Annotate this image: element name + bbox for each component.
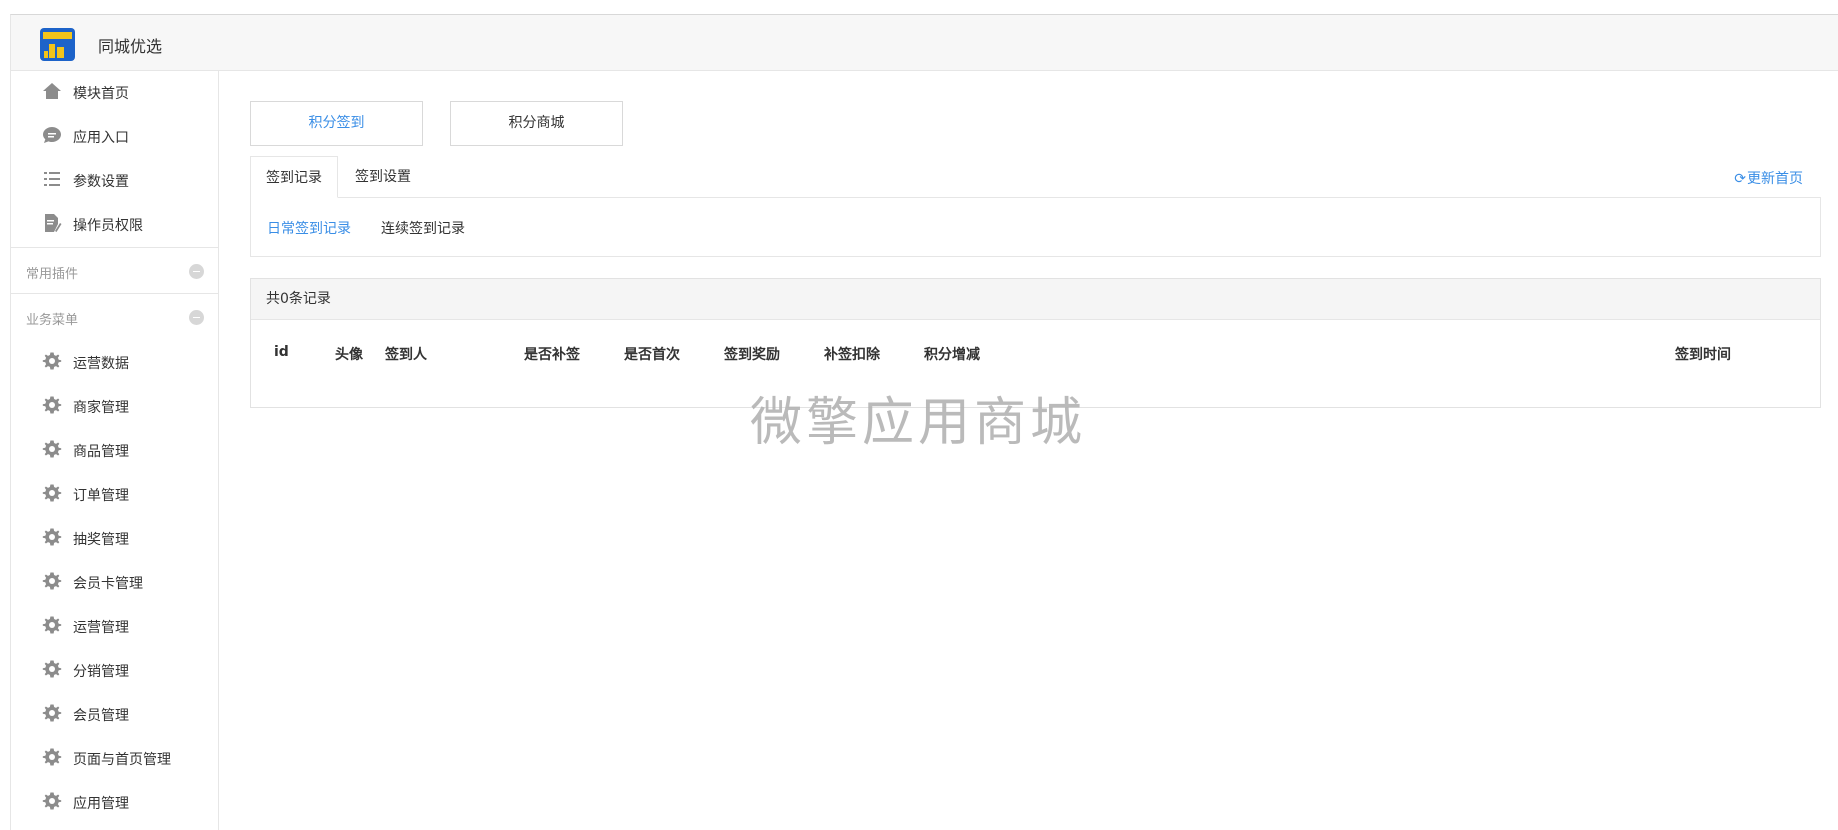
tab-signin-settings[interactable]: 签到设置: [340, 156, 426, 198]
refresh-icon: ⟳: [1734, 171, 1746, 187]
sidebar-item-menu[interactable]: 运营数据: [11, 341, 218, 381]
sidebar-item-label: 分销管理: [73, 664, 129, 680]
watermark: 微擎应用商城: [750, 393, 1087, 453]
sidebar-item-menu[interactable]: 抽奖管理: [11, 517, 218, 557]
sidebar-item-menu[interactable]: 运营管理: [11, 605, 218, 645]
column-header-signin-time: 签到时间: [1675, 347, 1731, 363]
gear-icon: [42, 572, 62, 590]
section-label: 业务菜单: [26, 313, 79, 328]
points-mall-button[interactable]: 积分商城: [450, 101, 623, 146]
sidebar-item-label: 运营管理: [73, 620, 129, 636]
sidebar-item-label: 商品管理: [73, 444, 129, 460]
app-logo[interactable]: [40, 28, 75, 61]
document-edit-icon: [45, 214, 62, 232]
gear-icon: [42, 660, 62, 678]
column-header-is-first: 是否首次: [624, 347, 680, 363]
refresh-label: 更新首页: [1747, 171, 1803, 187]
sidebar-item-label: 运营数据: [73, 356, 129, 372]
collapse-icon[interactable]: [189, 310, 204, 325]
sidebar-item-params[interactable]: 参数设置: [11, 159, 218, 199]
gear-icon: [42, 528, 62, 546]
sidebar-section-business-menu[interactable]: 业务菜单: [11, 293, 218, 341]
sidebar-item-menu[interactable]: 应用管理: [11, 781, 218, 821]
column-header-id: id: [274, 344, 289, 360]
gear-icon: [42, 792, 62, 810]
record-count: 共0条记录: [251, 279, 1820, 320]
sidebar-item-operator-permission[interactable]: 操作员权限: [11, 203, 218, 243]
sidebar-item-label: 页面与首页管理: [73, 752, 171, 768]
column-header-avatar: 头像: [335, 347, 363, 363]
top-bar: 同城优选: [10, 14, 1838, 71]
app-title[interactable]: 同城优选: [98, 33, 162, 57]
sidebar-item-label: 操作员权限: [73, 218, 143, 234]
sidebar-item-label: 参数设置: [73, 174, 129, 190]
section-label: 常用插件: [26, 267, 79, 282]
continuous-signin-records-link[interactable]: 连续签到记录: [381, 218, 465, 238]
gear-icon: [42, 396, 62, 414]
gear-icon: [42, 440, 62, 458]
sidebar-item-label: 应用入口: [73, 130, 129, 146]
sidebar-item-menu[interactable]: 页面与首页管理: [11, 737, 218, 777]
points-signin-button[interactable]: 积分签到: [250, 101, 423, 146]
chat-icon: [43, 127, 61, 143]
sub-tabs-box: 日常签到记录 连续签到记录: [250, 197, 1821, 257]
column-header-reward: 签到奖励: [724, 347, 780, 363]
sidebar-item-label: 会员卡管理: [73, 576, 143, 592]
column-header-signer: 签到人: [385, 347, 427, 363]
gear-icon: [42, 352, 62, 370]
column-header-points-change: 积分增减: [924, 347, 980, 363]
sidebar-item-label: 抽奖管理: [73, 532, 129, 548]
sidebar-item-label: 商家管理: [73, 400, 129, 416]
sidebar-item-label: 模块首页: [73, 86, 129, 102]
sidebar-item-menu[interactable]: 订单管理: [11, 473, 218, 513]
list-settings-icon: [44, 172, 60, 186]
refresh-home-link[interactable]: ⟳更新首页: [1734, 168, 1803, 188]
gear-icon: [42, 704, 62, 722]
home-icon: [43, 83, 61, 99]
column-header-is-makeup: 是否补签: [524, 347, 580, 363]
gear-icon: [42, 748, 62, 766]
sidebar-item-menu[interactable]: 分销管理: [11, 649, 218, 689]
sidebar-item-label: 应用管理: [73, 796, 129, 812]
sidebar-item-menu[interactable]: 商品管理: [11, 429, 218, 469]
sidebar-item-menu[interactable]: 会员管理: [11, 693, 218, 733]
sidebar-item-app-entry[interactable]: 应用入口: [11, 115, 218, 155]
sidebar-item-label: 会员管理: [73, 708, 129, 724]
sidebar-item-label: 订单管理: [73, 488, 129, 504]
column-header-makeup-deduction: 补签扣除: [824, 347, 880, 363]
sidebar: 模块首页 应用入口 参数设置 操作员权限 常用插件 业务菜单 运营数据商家管理商…: [10, 71, 219, 830]
sidebar-section-common-plugins[interactable]: 常用插件: [11, 247, 218, 293]
sidebar-item-module-home[interactable]: 模块首页: [11, 71, 218, 111]
collapse-icon[interactable]: [189, 264, 204, 279]
sidebar-item-menu[interactable]: 商家管理: [11, 385, 218, 425]
gear-icon: [42, 616, 62, 634]
sidebar-item-menu[interactable]: 会员卡管理: [11, 561, 218, 601]
daily-signin-records-link[interactable]: 日常签到记录: [267, 218, 351, 238]
tab-signin-records[interactable]: 签到记录: [250, 156, 338, 198]
gear-icon: [42, 484, 62, 502]
